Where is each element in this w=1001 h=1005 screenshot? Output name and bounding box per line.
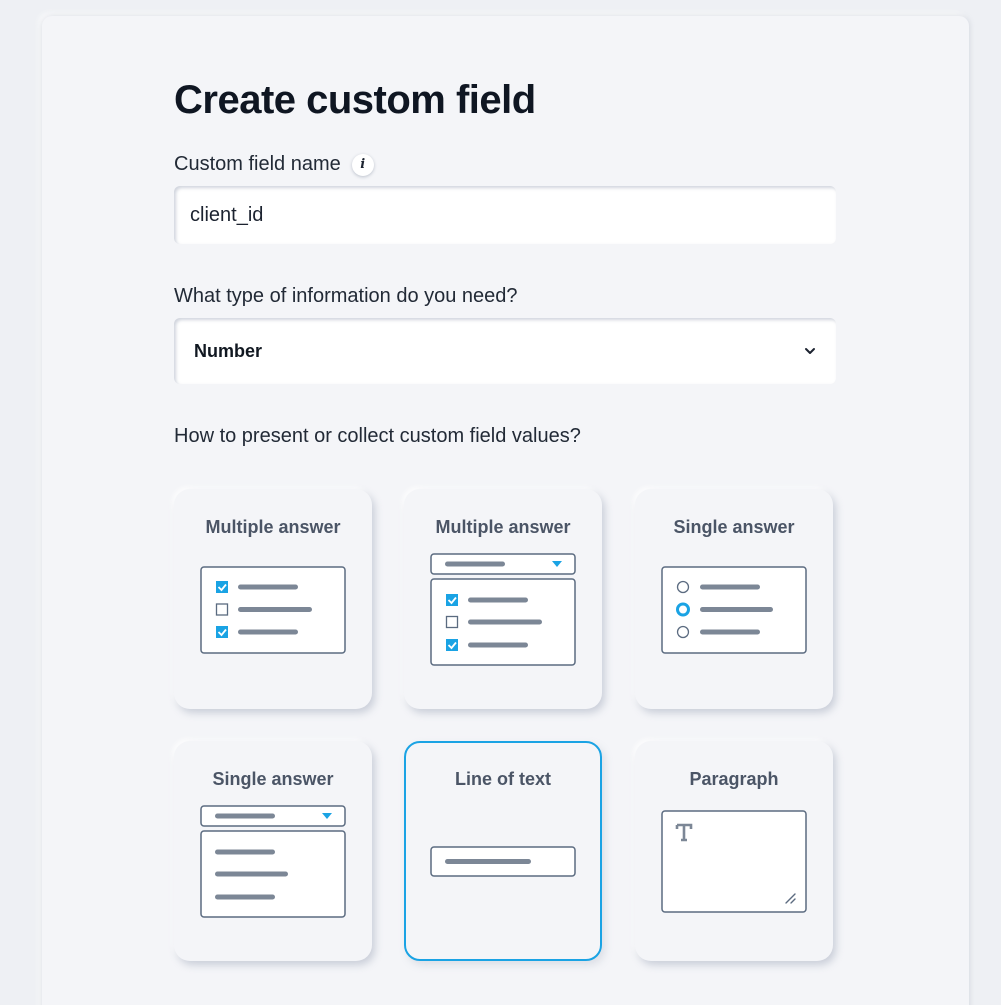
page-title: Create custom field xyxy=(174,78,536,122)
info-icon[interactable]: i xyxy=(351,153,374,176)
info-type-label: What type of information do you need? xyxy=(174,285,518,307)
info-type-select[interactable]: Number xyxy=(174,318,836,384)
multi-select-dropdown-icon xyxy=(430,553,576,666)
text-line-icon xyxy=(430,846,576,877)
custom-field-name-value: client_id xyxy=(190,203,264,226)
info-type-selected-value: Number xyxy=(194,340,263,361)
radio-list-icon xyxy=(661,566,807,654)
option-multiple-answer-dropdown[interactable]: Multiple answer xyxy=(404,489,602,709)
option-multiple-answer-checkboxes[interactable]: Multiple answer xyxy=(174,489,372,709)
custom-field-name-input[interactable]: client_id xyxy=(174,186,836,244)
option-paragraph[interactable]: Paragraph xyxy=(635,741,833,961)
option-line-of-text[interactable]: Line of text xyxy=(404,741,602,961)
checkbox-list-icon xyxy=(200,566,346,654)
chevron-down-icon xyxy=(805,348,815,354)
paragraph-icon xyxy=(661,810,807,913)
option-single-answer-radios[interactable]: Single answer xyxy=(635,489,833,709)
custom-field-name-label: Custom field name i xyxy=(174,153,374,176)
option-single-answer-dropdown[interactable]: Single answer xyxy=(174,741,372,961)
presentation-label: How to present or collect custom field v… xyxy=(174,425,581,447)
custom-field-name-label-text: Custom field name xyxy=(174,153,341,175)
single-select-dropdown-icon xyxy=(200,805,346,918)
